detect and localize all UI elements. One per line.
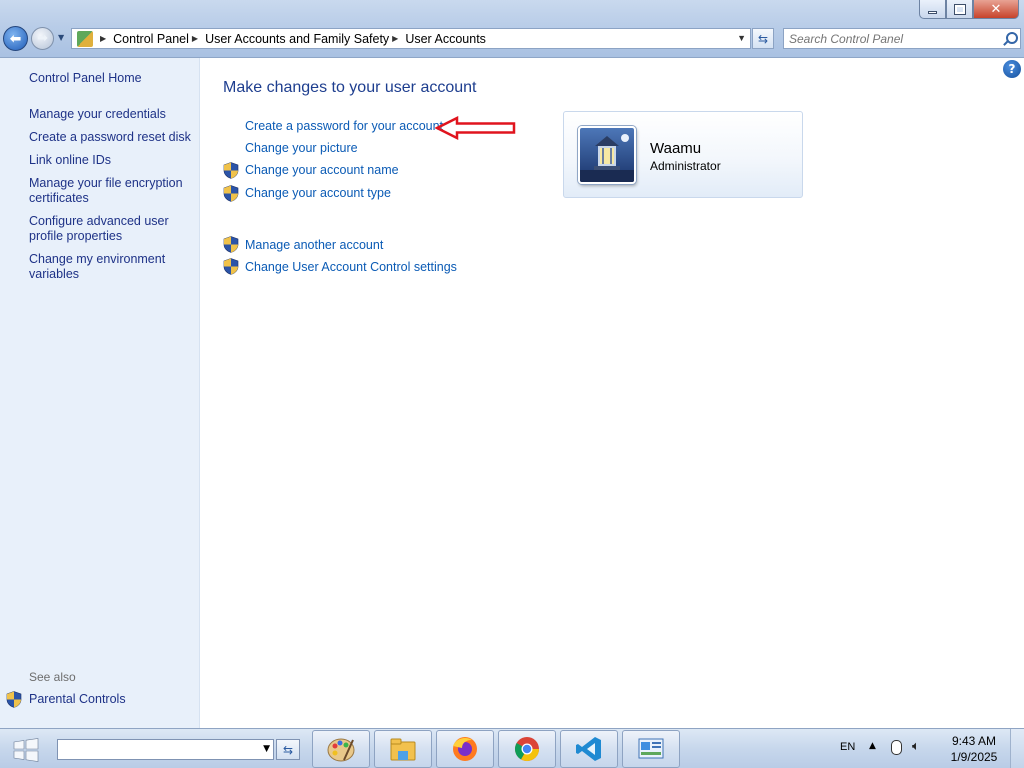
address-bar[interactable]: ▶ Control Panel ▶ User Accounts and Fami… xyxy=(71,28,751,49)
chevron-right-icon[interactable]: ▶ xyxy=(100,34,106,43)
firefox-icon xyxy=(453,737,477,761)
annotation-arrow-icon xyxy=(435,116,516,140)
lighthouse-picture-icon xyxy=(580,128,634,182)
windows-logo-icon xyxy=(13,738,39,762)
sidebar-item-advanced-profile-properties[interactable]: Configure advanced user profile properti… xyxy=(29,214,194,244)
breadcrumb-control-panel[interactable]: Control Panel xyxy=(113,32,189,46)
restore-icon xyxy=(953,3,966,15)
recent-pages-dropdown[interactable]: ▼ xyxy=(58,34,67,42)
close-icon: ✕ xyxy=(990,1,1002,17)
window-title-bar: ✕ ⬅ ➡ ▼ ▶ Control Panel ▶ User Accounts … xyxy=(0,0,1024,58)
taskbar-app-firefox[interactable] xyxy=(436,730,494,768)
uac-shield-icon xyxy=(223,162,239,179)
mouse-icon[interactable] xyxy=(891,740,902,755)
sidebar-item-parental-controls[interactable]: Parental Controls xyxy=(29,692,194,707)
taskbar-app-control-panel[interactable] xyxy=(622,730,680,768)
change-picture-link[interactable]: Change your picture xyxy=(245,141,358,155)
manage-another-account-link[interactable]: Manage another account xyxy=(245,238,383,252)
sidebar-item-create-password-reset-disk[interactable]: Create a password reset disk xyxy=(29,130,194,145)
chevron-down-icon[interactable]: ▼ xyxy=(263,744,270,754)
chrome-icon xyxy=(514,737,539,762)
main-content: ? Make changes to your user account Crea… xyxy=(201,58,1024,728)
see-also-heading: See also xyxy=(29,670,76,684)
show-desktop-button[interactable] xyxy=(1010,729,1024,768)
create-password-link[interactable]: Create a password for your account xyxy=(245,119,443,133)
close-button[interactable]: ✕ xyxy=(973,0,1019,19)
vscode-icon xyxy=(576,737,601,761)
back-button[interactable]: ⬅ xyxy=(3,26,28,51)
taskbar-app-vscode[interactable] xyxy=(560,730,618,768)
control-panel-icon xyxy=(77,30,93,47)
search-icon[interactable] xyxy=(1001,31,1018,47)
sidebar-item-file-encryption-certificates[interactable]: Manage your file encryption certificates xyxy=(29,176,194,206)
taskbar-go-button[interactable]: ⇆ xyxy=(276,739,300,760)
minimize-icon xyxy=(928,11,937,14)
change-account-type-link[interactable]: Change your account type xyxy=(245,186,391,200)
address-history-dropdown[interactable]: ▼ xyxy=(737,33,746,43)
clock-date: 1/9/2025 xyxy=(950,750,998,764)
account-type: Administrator xyxy=(650,159,721,173)
refresh-icon: ⇆ xyxy=(282,742,294,757)
sidebar-item-link-online-ids[interactable]: Link online IDs xyxy=(29,153,194,168)
uac-shield-icon xyxy=(223,185,239,202)
minimize-button[interactable] xyxy=(919,0,946,19)
show-hidden-icons-button[interactable]: ▲ xyxy=(869,741,876,751)
taskbar-app-file-explorer[interactable] xyxy=(374,730,432,768)
clock-time: 9:43 AM xyxy=(951,734,997,748)
taskbar-address-input[interactable]: ▼ xyxy=(57,739,274,760)
refresh-icon: ⇆ xyxy=(757,31,769,46)
paint-icon xyxy=(327,738,355,762)
refresh-button[interactable]: ⇆ xyxy=(752,28,774,49)
arrow-right-icon: ➡ xyxy=(37,31,48,46)
uac-shield-icon xyxy=(6,691,22,708)
sidebar-item-manage-credentials[interactable]: Manage your credentials xyxy=(29,107,194,122)
page-title: Make changes to your user account xyxy=(223,79,477,96)
change-uac-settings-link[interactable]: Change User Account Control settings xyxy=(245,260,457,274)
breadcrumb-user-accounts[interactable]: User Accounts xyxy=(405,32,486,46)
taskbar-app-paint[interactable] xyxy=(312,730,370,768)
start-button[interactable] xyxy=(8,735,44,765)
taskbar: ▼ ⇆ EN ▲ 🔈︎ 9:43 AM 1/9/2025 xyxy=(0,728,1024,768)
maximize-button[interactable] xyxy=(946,0,973,19)
control-panel-icon xyxy=(638,738,664,759)
search-box[interactable] xyxy=(783,28,1021,49)
change-account-name-link[interactable]: Change your account name xyxy=(245,163,399,177)
sidebar-item-environment-variables[interactable]: Change my environment variables xyxy=(29,252,194,282)
sidebar: Control Panel Home Manage your credentia… xyxy=(0,58,200,728)
window-controls: ✕ xyxy=(919,0,1019,19)
sidebar-item-control-panel-home[interactable]: Control Panel Home xyxy=(29,71,194,86)
avatar[interactable] xyxy=(578,126,636,184)
system-clock[interactable]: 9:43 AM 1/9/2025 xyxy=(946,733,1002,765)
language-indicator[interactable]: EN xyxy=(840,741,855,753)
help-icon[interactable]: ? xyxy=(1003,60,1021,78)
taskbar-app-chrome[interactable] xyxy=(498,730,556,768)
chevron-right-icon[interactable]: ▶ xyxy=(392,34,398,43)
forward-button[interactable]: ➡ xyxy=(31,27,54,50)
file-explorer-icon xyxy=(390,738,416,761)
arrow-left-icon: ⬅ xyxy=(9,30,22,47)
uac-shield-icon xyxy=(223,258,239,275)
account-name: Waamu xyxy=(650,140,702,157)
volume-icon[interactable]: 🔈︎ xyxy=(912,739,920,754)
account-card: Waamu Administrator xyxy=(563,111,803,198)
uac-shield-icon xyxy=(223,236,239,253)
breadcrumb-user-accounts-family-safety[interactable]: User Accounts and Family Safety xyxy=(205,32,389,46)
chevron-right-icon[interactable]: ▶ xyxy=(192,34,198,43)
search-input[interactable] xyxy=(784,31,1001,46)
